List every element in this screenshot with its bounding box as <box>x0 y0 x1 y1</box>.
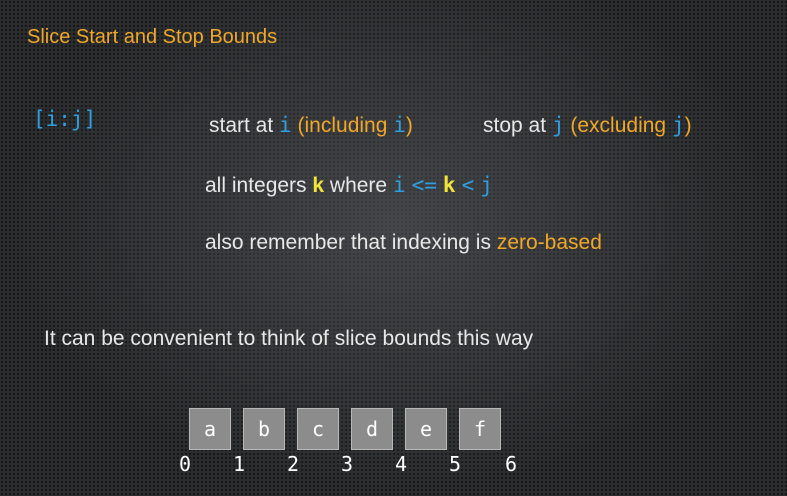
k-var-2: k <box>442 173 456 197</box>
where-text: where <box>324 174 393 197</box>
stop-description: stop at j (excluding j) <box>483 113 692 138</box>
stop-prefix: stop at <box>483 114 552 137</box>
integers-description: all integers k where i <= k < j <box>205 173 493 198</box>
cell-e: e <box>405 408 447 450</box>
stop-var-2: j <box>671 113 685 137</box>
stop-close: ) <box>684 114 692 137</box>
zero-based-highlight: zero-based <box>496 231 602 254</box>
index-6: 6 <box>504 452 518 476</box>
index-1: 1 <box>232 452 246 476</box>
start-close: ) <box>405 114 413 137</box>
integers-prefix: all integers <box>205 174 313 197</box>
start-open: (including <box>291 114 394 137</box>
start-var-2: i <box>393 113 406 137</box>
start-prefix: start at <box>209 114 280 137</box>
stop-var: j <box>551 113 565 137</box>
index-2: 2 <box>286 452 300 476</box>
index-3: 3 <box>340 452 354 476</box>
zero-based-note: also remember that indexing is zero-base… <box>205 231 602 255</box>
index-0: 0 <box>178 452 192 476</box>
k-var: k <box>312 174 325 197</box>
le-operator: <= <box>411 173 437 197</box>
start-var: i <box>279 113 292 137</box>
zero-based-prefix: also remember that indexing is <box>205 231 497 254</box>
lt-operator: < <box>461 173 475 197</box>
cell-d: d <box>351 408 393 450</box>
index-5: 5 <box>448 452 462 476</box>
cell-f: f <box>459 408 501 450</box>
stop-open: (excluding <box>564 114 672 137</box>
slice-notation: [i:j] <box>33 107 97 131</box>
j-var: j <box>480 173 493 197</box>
cell-c: c <box>297 408 339 450</box>
convenient-note: It can be convenient to think of slice b… <box>44 327 534 350</box>
cell-a: a <box>189 408 231 450</box>
start-description: start at i (including i) <box>209 113 413 138</box>
i-var: i <box>392 173 406 197</box>
cell-b: b <box>243 408 285 450</box>
slide-title: Slice Start and Stop Bounds <box>27 26 278 48</box>
index-4: 4 <box>394 452 408 476</box>
